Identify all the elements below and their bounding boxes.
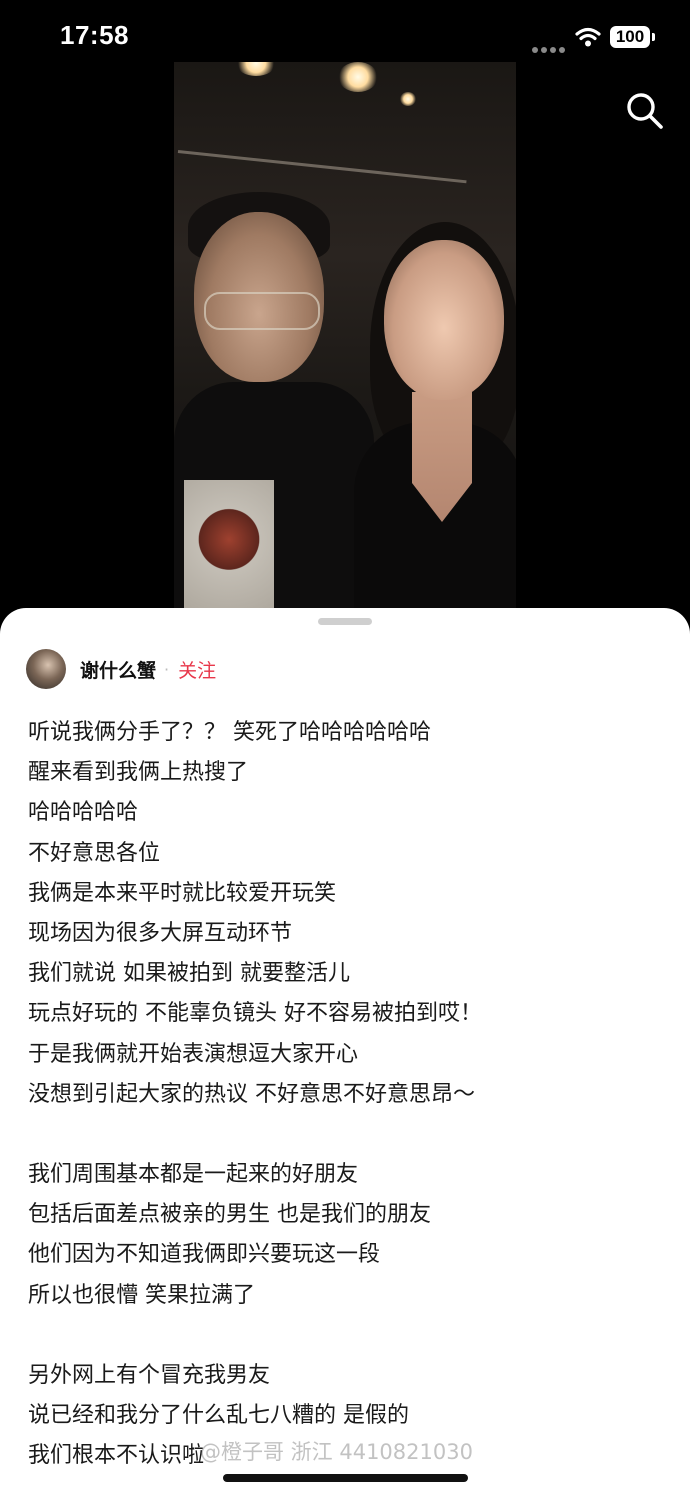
post-sheet: 谢什么蟹 · 关注 听说我俩分手了？？ 笑死了哈哈哈哈哈哈 醒来看到我俩上热搜了… [0, 608, 690, 1494]
sheet-drag-handle[interactable] [318, 618, 372, 625]
post-line: 醒来看到我俩上热搜了 [28, 760, 249, 786]
follow-button[interactable]: 关注 [178, 656, 216, 683]
post-line: 听说我俩分手了？？ 笑死了哈哈哈哈哈哈 [28, 720, 431, 745]
post-photo[interactable] [174, 62, 516, 612]
post-line: 我们就说 如果被拍到 就要整活儿 [28, 961, 350, 987]
wifi-icon [575, 27, 601, 47]
search-icon[interactable] [622, 88, 666, 132]
home-indicator[interactable] [223, 1474, 468, 1482]
post-line: 我们周围基本都是一起来的好朋友 [28, 1162, 359, 1188]
post-body: 听说我俩分手了？？ 笑死了哈哈哈哈哈哈 醒来看到我俩上热搜了 哈哈哈哈哈 不好意… [28, 713, 668, 1477]
post-line: 现场因为很多大屏互动环节 [28, 920, 293, 946]
post-line: 不好意思各位 [28, 840, 161, 866]
post-line: 没想到引起大家的热议 不好意思不好意思昂～ [28, 1081, 475, 1107]
avatar[interactable] [26, 649, 66, 689]
post-line: 哈哈哈哈哈 [28, 800, 139, 826]
post-line: 包括后面差点被亲的男生 也是我们的朋友 [28, 1202, 431, 1228]
battery-icon: 100 [610, 26, 655, 48]
status-time: 17:58 [60, 20, 129, 50]
status-bar: 17:58 100 [0, 0, 690, 70]
post-line: 玩点好玩的 不能辜负镜头 好不容易被拍到哎！ [28, 1001, 482, 1027]
post-line: 说已经和我分了什么乱七八糟的 是假的 [28, 1403, 409, 1429]
cellular-signal-icon [532, 38, 568, 57]
watermark: @橙子哥 浙江 4410821030 [200, 1440, 473, 1464]
author-row: 谢什么蟹 · 关注 [26, 648, 216, 690]
author-name[interactable]: 谢什么蟹 [80, 656, 156, 683]
separator-dot: · [164, 659, 170, 679]
post-line: 所以也很懵 笑果拉满了 [28, 1282, 255, 1308]
post-line: 于是我俩就开始表演想逗大家开心 [28, 1041, 359, 1067]
post-line: 他们因为不知道我俩即兴要玩这一段 [28, 1242, 381, 1268]
post-line: 我俩是本来平时就比较爱开玩笑 [28, 880, 337, 906]
post-line: 另外网上有个冒充我男友 [28, 1363, 271, 1388]
